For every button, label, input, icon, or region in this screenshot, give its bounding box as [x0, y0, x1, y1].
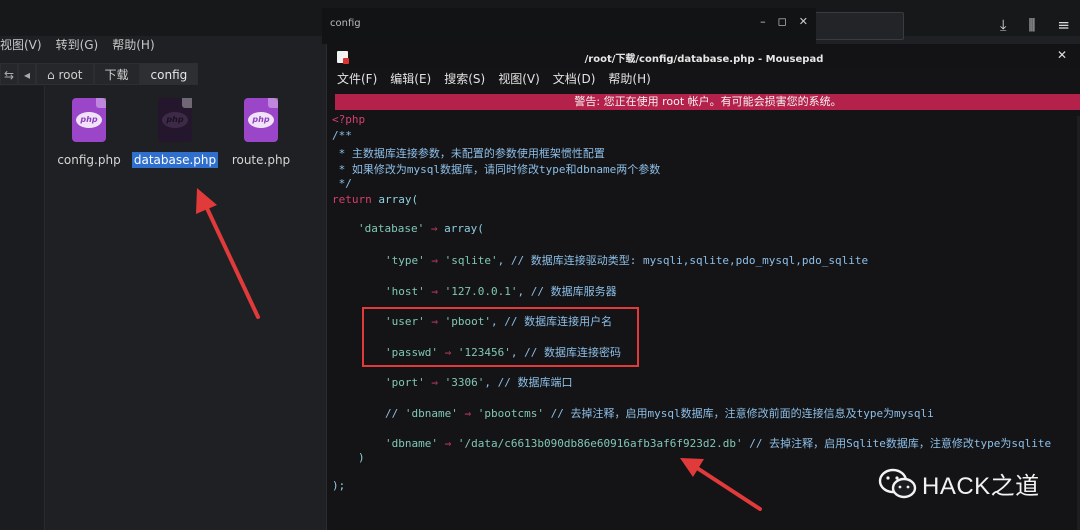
- wechat-icon: [878, 468, 917, 498]
- menu-edit[interactable]: 编辑(E): [390, 70, 431, 90]
- toggle-sidebar-icon[interactable]: ⇆: [0, 63, 18, 85]
- window-title: config: [330, 18, 361, 29]
- menu-document[interactable]: 文档(D): [553, 70, 596, 90]
- code-token: 'sqlite': [444, 254, 498, 267]
- chevron-left-icon[interactable]: ◂: [18, 63, 36, 85]
- code-line: ): [358, 451, 365, 464]
- code-line: );: [332, 479, 346, 492]
- file-label: database.php: [131, 152, 219, 168]
- php-file-icon: php: [158, 98, 192, 142]
- file-route-php[interactable]: php route.php: [216, 98, 306, 168]
- window-controls: – ◻ ✕: [760, 15, 808, 28]
- code-line: 'port' ⇒ '3306', // 数据库端口: [385, 374, 573, 390]
- breadcrumb-root[interactable]: ⌂ root: [36, 63, 94, 85]
- close-icon[interactable]: ✕: [799, 15, 808, 28]
- menu-view[interactable]: 视图(V): [498, 70, 540, 90]
- menu-view[interactable]: 视图(V): [0, 36, 42, 58]
- mousepad-menubar: 文件(F) 编辑(E) 搜索(S) 视图(V) 文档(D) 帮助(H): [327, 70, 654, 90]
- code-token: return: [332, 193, 372, 206]
- menu-file[interactable]: 文件(F): [337, 70, 377, 90]
- root-warning-bar: 警告: 您正在使用 root 帐户。有可能会损害您的系统。: [335, 94, 1080, 110]
- code-line: <?php: [332, 113, 366, 126]
- code-token: 'dbname': [385, 437, 438, 450]
- code-line: // 'dbname' ⇒ 'pbootcms' // 去掉注释，启用mysql…: [385, 405, 934, 421]
- code-line: 'database' ⇒ array(: [358, 222, 484, 235]
- library-icon[interactable]: ⫼: [1029, 16, 1036, 34]
- close-icon[interactable]: ✕: [1057, 48, 1067, 62]
- code-token: '3306': [444, 376, 485, 389]
- mousepad-title: /root/下载/config/database.php - Mousepad: [584, 54, 824, 65]
- mousepad-titlebar: /root/下载/config/database.php - Mousepad …: [327, 44, 1080, 68]
- code-token: ⇒: [424, 285, 445, 298]
- code-token: 'host': [385, 285, 425, 298]
- menu-go[interactable]: 转到(G): [56, 36, 99, 58]
- code-token: ⇒: [437, 437, 458, 450]
- watermark-text: HACK之道: [922, 473, 1040, 500]
- file-database-php[interactable]: php database.php: [130, 98, 220, 168]
- code-line: return array(: [332, 193, 418, 206]
- code-line: * 如果修改为mysql数据库，请同时修改type和dbname两个参数: [332, 163, 661, 176]
- menu-search[interactable]: 搜索(S): [444, 70, 485, 90]
- home-icon: ⌂: [47, 68, 55, 82]
- code-line: 'host' ⇒ '127.0.0.1', // 数据库服务器: [385, 283, 617, 299]
- code-token: 'dbname': [404, 407, 458, 420]
- breadcrumb-config[interactable]: config: [139, 63, 199, 85]
- file-config-php[interactable]: php config.php: [44, 98, 134, 168]
- breadcrumb: ⇆ ◂ ⌂ root 下载 config: [0, 62, 199, 86]
- code-token: '127.0.0.1': [444, 285, 518, 298]
- code-token: , // 数据库端口: [484, 376, 573, 389]
- menu-icon[interactable]: ≡: [1057, 16, 1070, 34]
- code-token: 'type': [385, 254, 425, 267]
- minimize-icon[interactable]: –: [760, 15, 766, 28]
- code-token: ⇒: [457, 407, 478, 420]
- file-label: route.php: [231, 153, 291, 167]
- breadcrumb-root-label: root: [58, 68, 83, 82]
- menu-help[interactable]: 帮助(H): [608, 70, 650, 90]
- breadcrumb-downloads[interactable]: 下载: [93, 63, 140, 85]
- file-manager-menubar: 视图(V) 转到(G) 帮助(H): [0, 36, 169, 58]
- sidebar: [0, 86, 45, 530]
- code-token: 'pbootcms': [477, 407, 544, 420]
- code-token: '/data/c6613b090db86e60916afb3af6f923d2.…: [457, 437, 743, 450]
- highlight-box-credentials: [362, 307, 639, 367]
- code-token: 'port': [385, 376, 425, 389]
- code-line: 'type' ⇒ 'sqlite', // 数据库连接驱动类型: mysqli,…: [385, 252, 868, 268]
- code-token: array(: [371, 193, 419, 206]
- code-line: * 主数据库连接参数，未配置的参数使用框架惯性配置: [332, 147, 605, 160]
- code-line: /**: [332, 129, 352, 142]
- address-bar[interactable]: [812, 12, 904, 40]
- browser-toolbar: ⤓ ⫼ ≡: [1000, 16, 1070, 34]
- code-token: // 去掉注释，启用Sqlite数据库，注意修改type为sqlite: [742, 437, 1052, 450]
- menu-help[interactable]: 帮助(H): [112, 36, 154, 58]
- code-token: ⇒: [424, 376, 445, 389]
- code-token: , // 数据库连接驱动类型: mysqli,sqlite,pdo_mysql,…: [497, 254, 869, 267]
- code-token: ⇒: [424, 222, 445, 235]
- code-token: ⇒: [424, 254, 445, 267]
- code-line: 'dbname' ⇒ '/data/c6613b090db86e60916afb…: [385, 435, 1051, 451]
- code-token: 'database': [358, 222, 425, 235]
- maximize-icon[interactable]: ◻: [778, 15, 787, 28]
- watermark: HACK之道: [878, 466, 1040, 501]
- code-token: // 去掉注释，启用mysql数据库，注意修改前面的连接信息及type为mysq…: [543, 407, 934, 420]
- code-token: //: [385, 407, 405, 420]
- config-window-titlebar: config – ◻ ✕: [322, 8, 816, 44]
- download-icon[interactable]: ⤓: [1000, 16, 1007, 34]
- code-line: */: [332, 177, 352, 190]
- code-token: array(: [444, 222, 484, 235]
- php-file-icon: php: [72, 98, 106, 142]
- file-label: config.php: [57, 153, 121, 167]
- php-file-icon: php: [244, 98, 278, 142]
- code-token: , // 数据库服务器: [517, 285, 617, 298]
